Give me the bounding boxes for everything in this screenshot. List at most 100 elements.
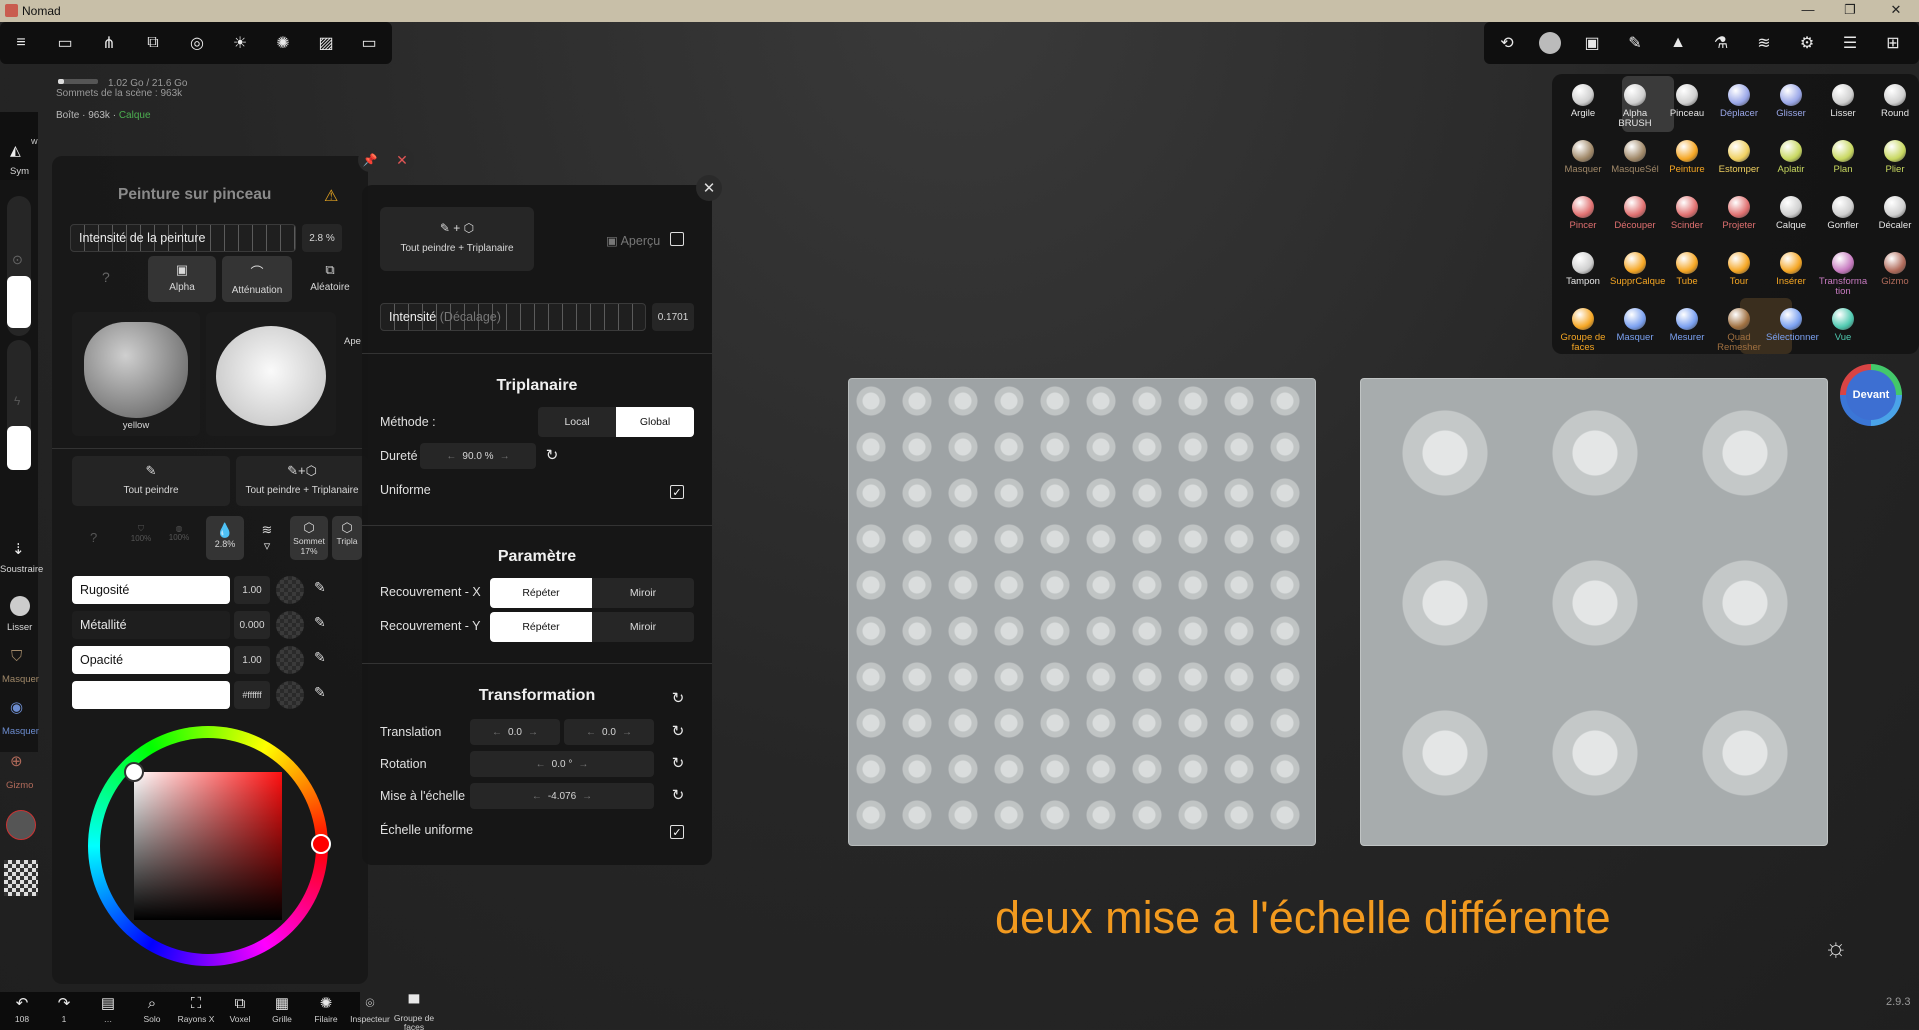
tool-round[interactable]: Round	[1870, 84, 1919, 119]
paint-intensity-value[interactable]: 2.8 %	[302, 224, 342, 252]
sliders-icon[interactable]: ☰	[1837, 30, 1863, 56]
tool-glisser[interactable]: Glisser	[1766, 84, 1816, 119]
tool-tour[interactable]: Tour	[1714, 252, 1764, 287]
subtract-icon[interactable]: ⇣	[12, 540, 25, 558]
color-checker[interactable]	[276, 681, 304, 709]
translation-x-value[interactable]: ← 0.0 →	[470, 719, 560, 745]
tool-masquer[interactable]: Masquer	[1610, 308, 1660, 343]
paint-all-triplanar-button[interactable]: ✎+⬡ Tout peindre + Triplanaire	[236, 456, 368, 506]
voxel-button[interactable]: ⧉ Voxel	[222, 994, 258, 1024]
triplanar-intensity-value[interactable]: 0.1701	[652, 303, 694, 331]
durete-reset-icon[interactable]: ↻	[544, 447, 560, 464]
rugosite-value[interactable]: 1.00	[234, 576, 270, 604]
tool-peinture[interactable]: Peinture	[1662, 140, 1712, 175]
paint-intensity-slider[interactable]: Intensité de la peinture	[70, 224, 296, 252]
color-brush-icon[interactable]: ✎	[314, 684, 326, 701]
tab-alpha[interactable]: ▣ Alpha	[148, 256, 216, 302]
methode-global[interactable]: Global	[616, 407, 694, 437]
layers-icon[interactable]: ≋	[1751, 30, 1777, 56]
triplanar-intensity-slider[interactable]: Intensité (Décalage)	[380, 303, 646, 331]
restore-button[interactable]: ❐	[1830, 2, 1870, 18]
recouvrement-x-repeat[interactable]: Répéter	[490, 578, 592, 608]
pin-icon[interactable]: 📌	[358, 148, 382, 172]
no-material-icon[interactable]	[6, 810, 36, 840]
metallite-checker[interactable]	[276, 611, 304, 639]
material-icon[interactable]: ◎	[184, 30, 210, 56]
tool-tampon[interactable]: Tampon	[1558, 252, 1608, 287]
metallite-field[interactable]: Métallité	[72, 611, 230, 639]
sv-handle[interactable]	[124, 762, 144, 782]
triplanar-mini-button[interactable]: ⬡ Tripla	[332, 516, 362, 560]
tool-masquer[interactable]: Masquer	[1558, 140, 1608, 175]
tool-alpha-brush[interactable]: Alpha BRUSH	[1610, 84, 1660, 129]
tool-gizmo[interactable]: Gizmo	[1870, 252, 1919, 287]
tool-vue[interactable]: Vue	[1818, 308, 1868, 343]
rotation-value[interactable]: ← 0.0 ° →	[470, 751, 654, 777]
vertex-button[interactable]: ⬡ Sommet 17%	[290, 516, 328, 560]
uniform-scale-checkbox[interactable]: ✓	[670, 825, 684, 839]
opacite-checker[interactable]	[276, 646, 304, 674]
uniforme-checkbox[interactable]: ✓	[670, 485, 684, 499]
rugosite-checker[interactable]	[276, 576, 304, 604]
settings-gear-icon[interactable]: ⚙	[1794, 30, 1820, 56]
color-swatch[interactable]	[72, 681, 230, 709]
flask-icon[interactable]: ⚗	[1708, 30, 1734, 56]
metallite-brush-icon[interactable]: ✎	[314, 614, 326, 631]
scene-graph-icon[interactable]: ⋔	[96, 30, 122, 56]
opacite-field[interactable]: Opacité	[72, 646, 230, 674]
color-hex-value[interactable]: #ffffff	[234, 681, 270, 709]
opacity-drop-button[interactable]: 💧 2.8%	[206, 516, 244, 560]
tool-pincer[interactable]: Pincer	[1558, 196, 1608, 231]
color-wheel[interactable]	[88, 726, 331, 966]
radius-slider-fill[interactable]	[7, 276, 31, 328]
tool-masquesél[interactable]: MasqueSél	[1610, 140, 1660, 175]
mini-icon-2[interactable]: ◍ 100%	[164, 524, 194, 542]
wireframe-button[interactable]: ✺ Filaire	[308, 994, 344, 1024]
tool-pinceau[interactable]: Pinceau	[1662, 84, 1712, 119]
folder-icon[interactable]: ▭	[52, 30, 78, 56]
translation-reset-icon[interactable]: ↻	[670, 723, 686, 740]
recouvrement-y-mirror[interactable]: Miroir	[592, 612, 694, 642]
rotation-reset-icon[interactable]: ↻	[670, 755, 686, 772]
history-button[interactable]: ▤…	[90, 994, 126, 1024]
opacite-value[interactable]: 1.00	[234, 646, 270, 674]
tool-découper[interactable]: Découper	[1610, 196, 1660, 231]
sun-icon[interactable]: ☼	[1824, 932, 1848, 963]
topology-icon[interactable]: ⧉	[140, 30, 166, 56]
menu-icon[interactable]: ≡	[8, 30, 34, 56]
paint-tool-icon[interactable]: ✎	[1622, 30, 1648, 56]
mask-eye-icon[interactable]: ◉	[10, 698, 23, 716]
view-cube[interactable]: Devant	[1840, 364, 1902, 426]
tool-déplacer[interactable]: Déplacer	[1714, 84, 1764, 119]
grid-button[interactable]: ▦ Grille	[264, 994, 300, 1024]
redo-button[interactable]: ↷ 1	[46, 994, 82, 1024]
recouvrement-x-mirror[interactable]: Miroir	[592, 578, 694, 608]
tool-estomper[interactable]: Estomper	[1714, 140, 1764, 175]
tool-plan[interactable]: Plan	[1818, 140, 1868, 175]
tool-supprcalque[interactable]: SupprCalque	[1610, 252, 1665, 287]
help-icon-2[interactable]: ?	[90, 530, 97, 545]
translation-y-value[interactable]: ← 0.0 →	[564, 719, 654, 745]
saturation-value-square[interactable]	[134, 772, 282, 920]
xray-button[interactable]: ⛶ Rayons X	[176, 994, 216, 1024]
tool-calque[interactable]: Calque	[1766, 196, 1816, 231]
tool-argile[interactable]: Argile	[1558, 84, 1608, 119]
mask-shield-icon[interactable]: ⛉	[11, 648, 22, 665]
methode-local[interactable]: Local	[538, 407, 616, 437]
metallite-value[interactable]: 0.000	[234, 611, 270, 639]
facegroup-button[interactable]: ▀ Groupe de faces	[392, 994, 436, 1030]
close-window-button[interactable]: ✕	[1876, 2, 1916, 18]
rugosite-brush-icon[interactable]: ✎	[314, 579, 326, 596]
tool-groupe-de-faces[interactable]: Groupe de faces	[1558, 308, 1608, 353]
triplanar-paint-all-button[interactable]: ✎ + ⬡ Tout peindre + Triplanaire	[380, 207, 534, 271]
symmetry-icon[interactable]: ▲	[1665, 30, 1691, 56]
camera-icon[interactable]: ▭	[356, 30, 382, 56]
light-icon[interactable]: ☀	[227, 30, 253, 56]
close-paint-panel-button[interactable]: ✕	[390, 148, 414, 172]
tool-transforma-tion[interactable]: Transforma tion	[1818, 252, 1868, 297]
help-icon[interactable]: ?	[102, 269, 110, 285]
hue-handle[interactable]	[311, 834, 331, 854]
tool-décaler[interactable]: Décaler	[1870, 196, 1919, 231]
tool-tube[interactable]: Tube	[1662, 252, 1712, 287]
alpha-thumbnail-icon[interactable]	[4, 860, 38, 896]
